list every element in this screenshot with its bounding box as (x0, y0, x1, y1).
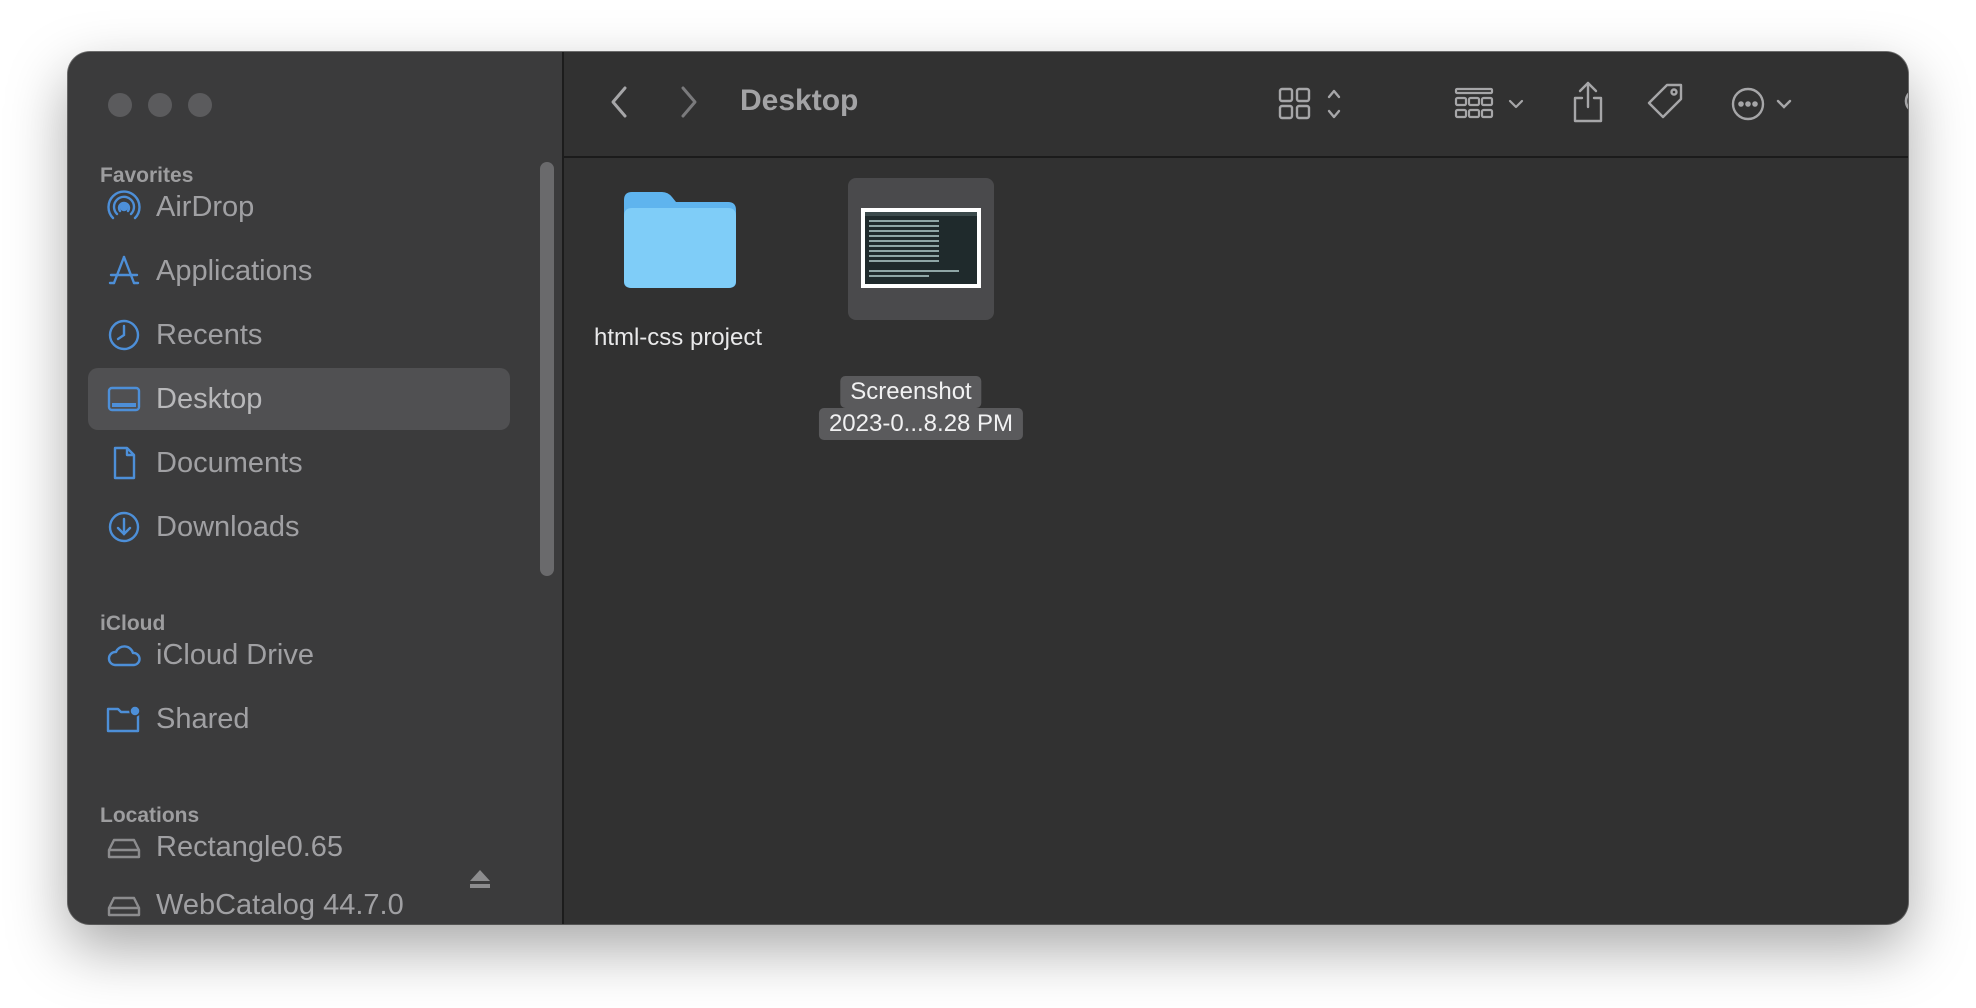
sidebar-item-downloads[interactable]: Downloads (88, 496, 510, 558)
tag-icon (1647, 83, 1683, 119)
finder-window: Favorites AirDrop Applications Recents D… (68, 52, 1908, 924)
file-name: html-css project (593, 324, 763, 351)
sidebar-item-label: AirDrop (156, 190, 255, 223)
image-thumbnail-icon (861, 208, 981, 288)
chevron-left-icon (611, 86, 627, 118)
sidebar-item-recents[interactable]: Recents (88, 304, 510, 366)
file-name-line1: Screenshot (840, 376, 982, 408)
zoom-window-button[interactable] (188, 93, 212, 117)
sidebar-item-shared[interactable]: Shared (88, 688, 510, 750)
sidebar-item-documents[interactable]: Documents (88, 432, 510, 494)
sidebar-item-label: WebCatalog 44.7.0 (156, 888, 404, 921)
applications-icon (104, 251, 144, 291)
drive-icon (104, 827, 144, 867)
search-icon (1904, 92, 1908, 110)
sidebar-item-icloud-drive[interactable]: iCloud Drive (88, 624, 510, 686)
sidebar-item-label: Rectangle0.65 (156, 830, 344, 863)
share-icon (1573, 81, 1603, 123)
sidebar-scrollbar[interactable] (540, 162, 554, 576)
sidebar: Favorites AirDrop Applications Recents D… (68, 52, 564, 924)
file-browser-area: html-css project Screenshot 2023-0...8.2… (564, 158, 1908, 924)
airdrop-icon (104, 187, 144, 227)
tags-button[interactable] (1644, 78, 1688, 126)
download-icon (104, 507, 144, 547)
search-button[interactable] (1900, 82, 1908, 126)
screenshot-file-item[interactable] (848, 178, 994, 320)
shared-folder-icon (104, 699, 144, 739)
sidebar-item-label: Applications (156, 254, 313, 287)
grid-view-icon (1278, 87, 1341, 120)
sidebar-item-webcatalog[interactable]: WebCatalog 44.7.0 (88, 874, 510, 924)
sidebar-item-applications[interactable]: Applications (88, 240, 510, 302)
group-by-button[interactable] (1454, 80, 1530, 128)
sidebar-item-label: Downloads (156, 510, 300, 543)
folder-item[interactable]: html-css project (588, 188, 762, 351)
cloud-icon (104, 635, 144, 675)
ellipsis-circle-icon (1731, 87, 1792, 121)
sidebar-item-desktop[interactable]: Desktop (88, 368, 510, 430)
folder-icon (624, 192, 736, 288)
drive-icon (104, 885, 144, 924)
back-button[interactable] (602, 82, 636, 122)
sidebar-item-label: iCloud Drive (156, 638, 314, 671)
window-controls (108, 93, 212, 117)
close-window-button[interactable] (108, 93, 132, 117)
desktop-icon (104, 379, 144, 419)
sidebar-item-label: Shared (156, 702, 250, 735)
sidebar-item-rectangle[interactable]: Rectangle0.65 (88, 816, 510, 878)
file-name-line2: 2023-0...8.28 PM (818, 408, 1024, 440)
document-icon (104, 443, 144, 483)
sidebar-item-label: Desktop (156, 382, 263, 415)
more-actions-button[interactable] (1730, 80, 1800, 128)
group-icon (1454, 87, 1524, 119)
minimize-window-button[interactable] (148, 93, 172, 117)
sidebar-item-label: Documents (156, 446, 303, 479)
view-mode-button[interactable] (1276, 80, 1348, 128)
sidebar-item-airdrop[interactable]: AirDrop (88, 176, 510, 238)
clock-icon (104, 315, 144, 355)
share-button[interactable] (1570, 76, 1606, 128)
forward-button[interactable] (672, 82, 706, 122)
toolbar: Desktop (564, 52, 1908, 158)
chevron-right-icon (681, 86, 697, 118)
window-title: Desktop (740, 84, 859, 117)
sidebar-item-label: Recents (156, 318, 263, 351)
